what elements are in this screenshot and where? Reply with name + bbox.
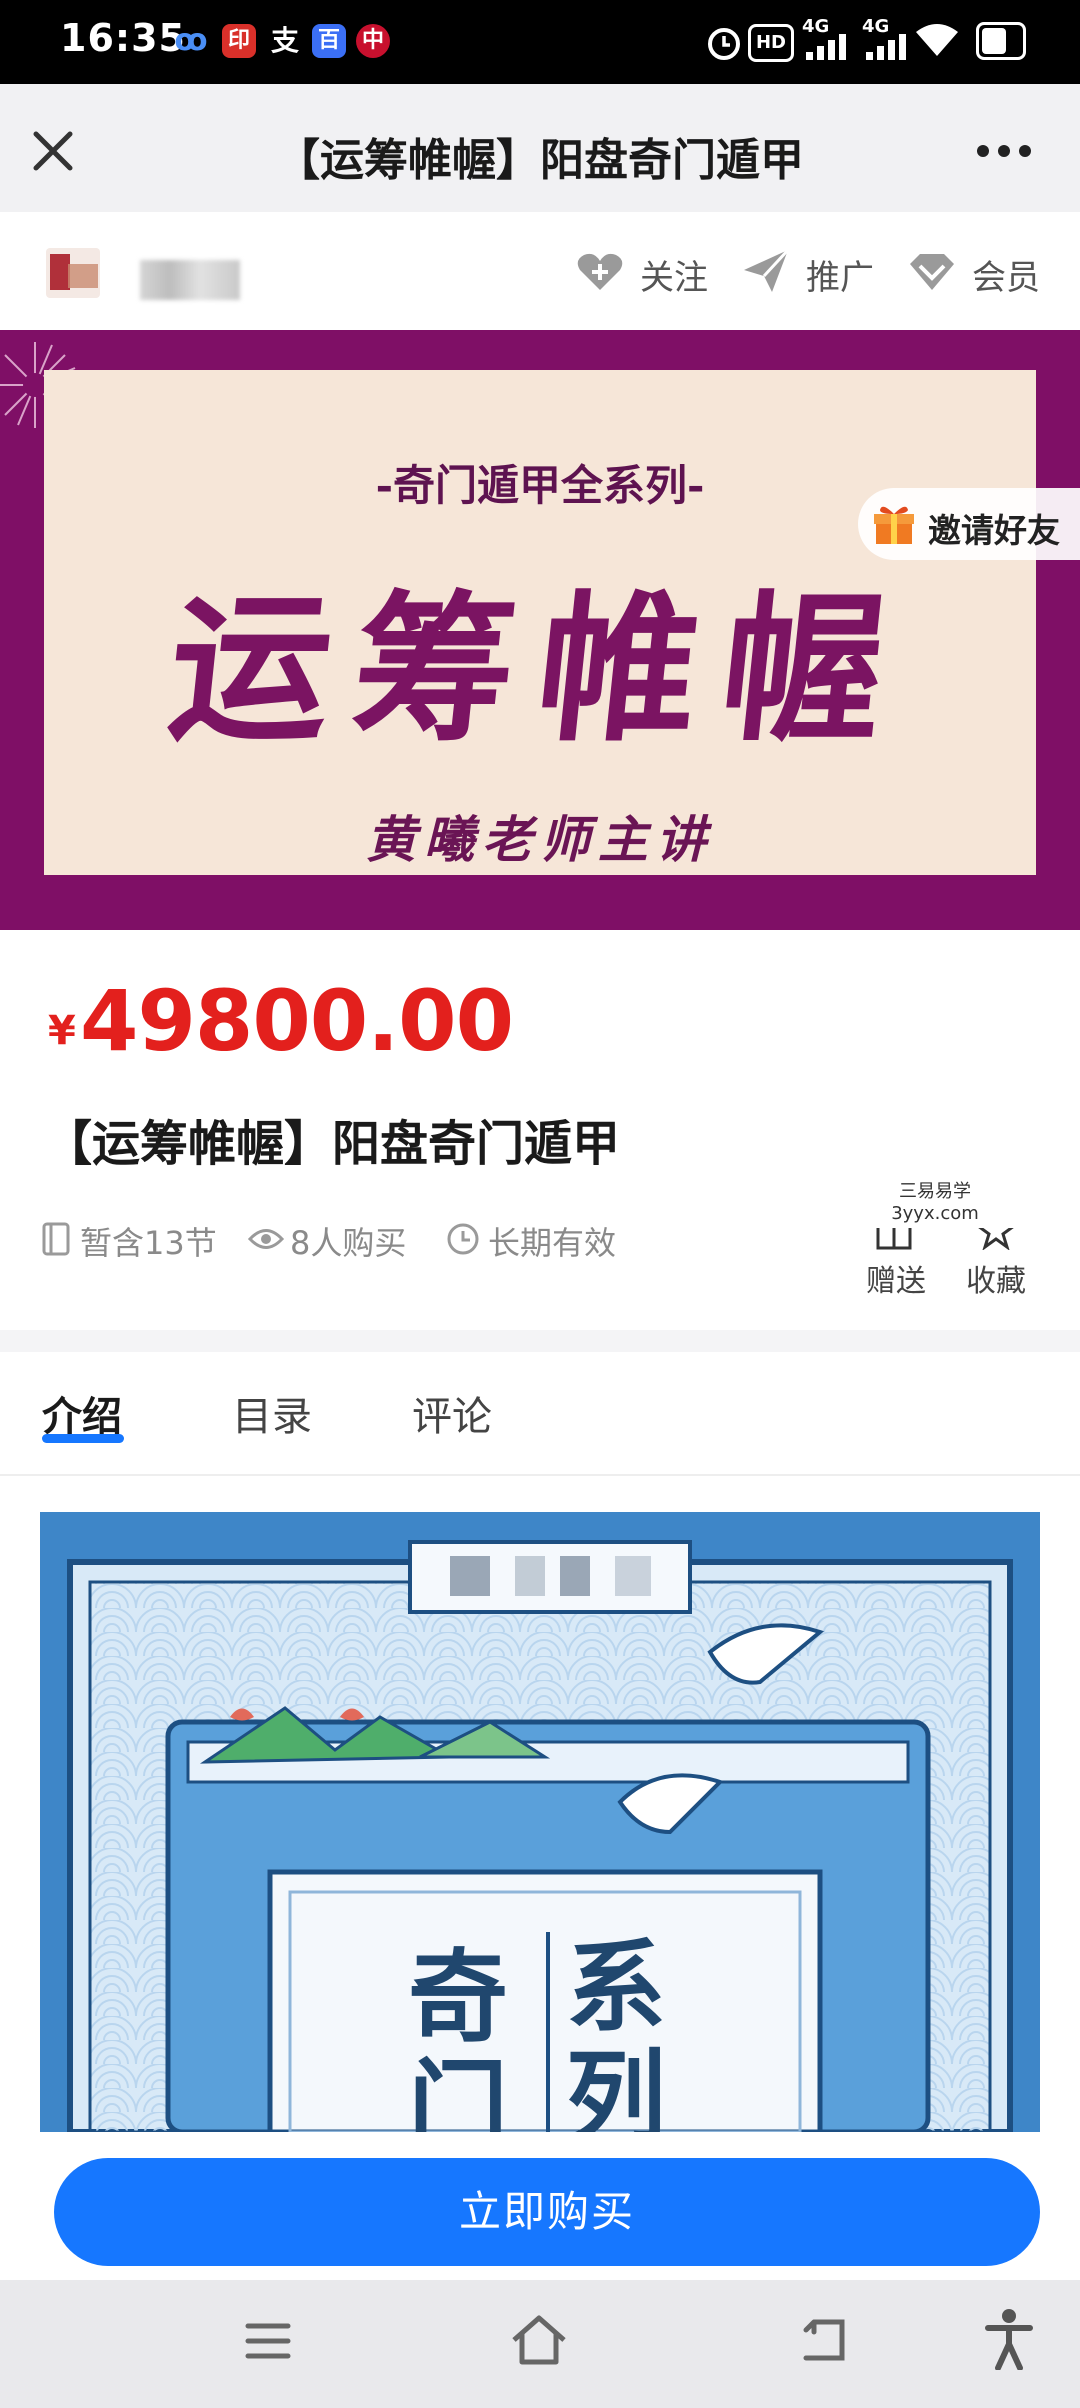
- wifi-icon: [916, 24, 958, 56]
- seal-app-icon: 印: [222, 24, 256, 58]
- intro-char-lie: 列: [566, 2038, 666, 2132]
- alarm-icon: [708, 28, 740, 60]
- status-bar: 16:35 ꝏ 印 支 百 中 HD 4G 4G: [0, 0, 1080, 84]
- author-row: 关注 推广 会员: [0, 212, 1080, 330]
- price-value: 49800.00: [80, 972, 514, 1070]
- back-icon[interactable]: [798, 2316, 850, 2364]
- author-name-blurred: [140, 260, 240, 300]
- title-bar: 【运筹帷幄】阳盘奇门遁甲: [0, 84, 1080, 212]
- intro-char-xi: 系: [566, 1928, 666, 2046]
- watermark-line-1: 三易易学: [899, 1181, 971, 1202]
- author-avatar[interactable]: [44, 240, 104, 304]
- gift-label[interactable]: 赠送: [866, 1256, 926, 1300]
- invite-friends-button[interactable]: 邀请好友: [858, 488, 1080, 560]
- buy-now-button[interactable]: 立即购买: [54, 2158, 1040, 2266]
- intro-char-men: 门: [408, 2048, 508, 2132]
- member-label[interactable]: 会员: [972, 250, 1040, 299]
- page-title: 【运筹帷幄】阳盘奇门遁甲: [276, 135, 804, 186]
- follow-label[interactable]: 关注: [640, 250, 708, 299]
- send-icon[interactable]: [742, 248, 790, 294]
- alipay-icon: 支: [270, 24, 299, 57]
- invite-friends-label: 邀请好友: [928, 511, 1060, 550]
- active-tab-indicator: [42, 1434, 124, 1443]
- watermark-line-2: 3yyx.com: [891, 1203, 979, 1224]
- battery-icon: [976, 22, 1026, 60]
- gift-icon: [874, 506, 914, 544]
- tab-reviews[interactable]: 评论: [412, 1384, 492, 1442]
- price-currency: ¥: [48, 1008, 76, 1054]
- clock-icon: [447, 1223, 479, 1255]
- signal-icon: [806, 34, 846, 60]
- vip-diamond-icon[interactable]: [908, 252, 956, 292]
- system-nav-bar: [0, 2280, 1080, 2408]
- watermark: 三易易学 3yyx.com: [824, 1178, 1046, 1228]
- cloud-icon: ꝏ: [174, 23, 208, 58]
- accessibility-icon[interactable]: [984, 2308, 1034, 2370]
- buyer-count: 8人购买: [290, 1224, 407, 1262]
- banner-lecturer: 黄曦老师主讲: [366, 810, 714, 869]
- product-title: 【运筹帷幄】阳盘奇门遁甲: [44, 1116, 621, 1172]
- hd-badge: HD: [748, 24, 794, 62]
- heart-plus-icon[interactable]: [576, 252, 624, 292]
- home-icon[interactable]: [510, 2314, 568, 2366]
- intro-image: 奇 门 系 列: [40, 1512, 1040, 2132]
- bank-icon: 中: [356, 24, 390, 58]
- status-time: 16:35: [60, 16, 186, 60]
- intro-char-qi: 奇: [408, 1938, 508, 2056]
- tab-catalog[interactable]: 目录: [232, 1384, 312, 1442]
- more-icon[interactable]: [976, 144, 1032, 158]
- eye-icon: [248, 1229, 284, 1249]
- baidu-icon: 百: [312, 24, 346, 58]
- banner-card: -奇门遁甲全系列- 运筹帷幄 黄曦老师主讲: [44, 370, 1036, 875]
- favorite-label[interactable]: 收藏: [966, 1256, 1026, 1300]
- lessons-icon: [42, 1222, 70, 1256]
- promote-label[interactable]: 推广: [806, 250, 874, 299]
- validity: 长期有效: [488, 1224, 617, 1262]
- intro-divider: [546, 1932, 550, 2132]
- lesson-count: 暂含13节: [80, 1224, 217, 1262]
- signal-icon: [866, 34, 906, 60]
- section-divider: [0, 1330, 1080, 1352]
- bottom-buy-bar: 立即购买: [0, 2134, 1080, 2280]
- banner-title: 运筹帷幄: [160, 575, 917, 763]
- course-banner: -奇门遁甲全系列- 运筹帷幄 黄曦老师主讲: [0, 330, 1080, 930]
- intro-illustration: [67, 1540, 1013, 2132]
- menu-icon[interactable]: [244, 2320, 292, 2362]
- tabs-divider: [0, 1474, 1080, 1476]
